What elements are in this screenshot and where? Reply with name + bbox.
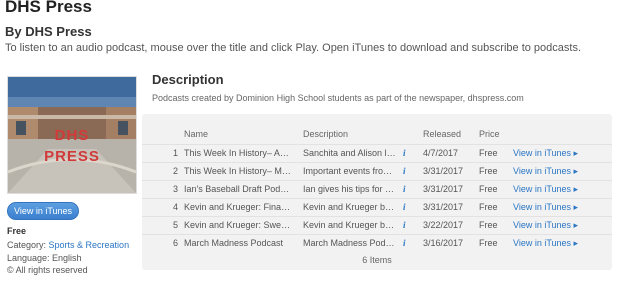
view-in-itunes-link[interactable]: View in iTunes ▸ xyxy=(513,148,593,159)
category-info: Category: Sports & Recreation xyxy=(7,240,129,250)
description-text: Podcasts created by Dominion High School… xyxy=(152,93,524,103)
info-icon[interactable]: i xyxy=(403,148,413,158)
row-number: 5 xyxy=(172,220,178,230)
episode-title[interactable]: Kevin and Krueger: Final F... xyxy=(184,202,292,212)
episode-description: Sanchita and Alison loo... xyxy=(303,148,397,158)
episode-price: Free xyxy=(479,166,498,176)
episode-description: Important events from ... xyxy=(303,166,397,176)
view-in-itunes-link[interactable]: View in iTunes ▸ xyxy=(513,184,593,195)
episode-released: 3/16/2017 xyxy=(423,238,464,248)
instructions-text: To listen to an audio podcast, mouse ove… xyxy=(5,42,582,54)
podcast-artwork: DHS PRESS xyxy=(7,76,137,194)
column-name: Name xyxy=(184,129,209,139)
column-released: Released xyxy=(423,129,462,139)
episode-description: March Madness Podcas... xyxy=(303,238,397,248)
episode-released: 3/31/2017 xyxy=(423,184,464,194)
episode-released: 4/7/2017 xyxy=(423,148,459,158)
info-icon[interactable]: i xyxy=(403,202,413,212)
copyright-info: © All rights reserved xyxy=(7,265,88,275)
view-in-itunes-link[interactable]: View in iTunes ▸ xyxy=(513,202,593,213)
episode-price: Free xyxy=(479,238,498,248)
episode-released: 3/31/2017 xyxy=(423,202,464,212)
episode-price: Free xyxy=(479,148,498,158)
episode-title[interactable]: Ian's Baseball Draft Podcast xyxy=(184,184,292,194)
view-in-itunes-link[interactable]: View in iTunes ▸ xyxy=(513,166,593,177)
table-row[interactable]: 2 This Week In History– Mar... Important… xyxy=(142,162,612,181)
svg-text:PRESS: PRESS xyxy=(44,148,100,165)
page-title: DHS Press xyxy=(5,0,92,16)
episode-title[interactable]: Kevin and Krueger: Sweet ... xyxy=(184,220,292,230)
table-row[interactable]: 3 Ian's Baseball Draft Podcast Ian gives… xyxy=(142,180,612,199)
column-description: Description xyxy=(303,129,349,139)
episode-title[interactable]: This Week In History– Mar... xyxy=(184,166,292,176)
info-icon[interactable]: i xyxy=(403,184,413,194)
view-in-itunes-link[interactable]: View in iTunes ▸ xyxy=(513,238,593,249)
episode-title[interactable]: This Week In History– Apr... xyxy=(184,148,292,158)
episode-price: Free xyxy=(479,184,498,194)
table-row[interactable]: 5 Kevin and Krueger: Sweet ... Kevin and… xyxy=(142,216,612,235)
row-number: 3 xyxy=(172,184,178,194)
episode-price: Free xyxy=(479,220,498,230)
view-in-itunes-button[interactable]: View in iTunes xyxy=(7,202,79,220)
row-number: 1 xyxy=(172,148,178,158)
episode-description: Kevin and Krueger bre... xyxy=(303,202,397,212)
view-in-itunes-link[interactable]: View in iTunes ▸ xyxy=(513,220,593,231)
category-link[interactable]: Sports & Recreation xyxy=(49,240,130,250)
column-price: Price xyxy=(479,129,500,139)
author-byline: By DHS Press xyxy=(5,24,92,39)
info-icon[interactable]: i xyxy=(403,220,413,230)
item-count: 6 Items xyxy=(362,255,392,265)
description-heading: Description xyxy=(152,72,224,87)
language-info: Language: English xyxy=(7,253,82,263)
category-label: Category: xyxy=(7,240,49,250)
episode-price: Free xyxy=(479,202,498,212)
episode-released: 3/31/2017 xyxy=(423,166,464,176)
row-number: 4 xyxy=(172,202,178,212)
episodes-table: Name Description Released Price 1 This W… xyxy=(142,114,612,270)
table-row[interactable]: 6 March Madness Podcast March Madness Po… xyxy=(142,234,612,253)
podcast-price: Free xyxy=(7,226,27,236)
info-icon[interactable]: i xyxy=(403,238,413,248)
svg-text:DHS: DHS xyxy=(55,127,90,144)
row-number: 2 xyxy=(172,166,178,176)
episode-description: Ian gives his tips for yo... xyxy=(303,184,397,194)
episode-description: Kevin and Krueger bre... xyxy=(303,220,397,230)
info-icon[interactable]: i xyxy=(403,166,413,176)
table-header: Name Description Released Price xyxy=(142,126,612,144)
episode-released: 3/22/2017 xyxy=(423,220,464,230)
table-row[interactable]: 4 Kevin and Krueger: Final F... Kevin an… xyxy=(142,198,612,217)
episode-title[interactable]: March Madness Podcast xyxy=(184,238,292,248)
row-number: 6 xyxy=(172,238,178,248)
table-row[interactable]: 1 This Week In History– Apr... Sanchita … xyxy=(142,144,612,163)
